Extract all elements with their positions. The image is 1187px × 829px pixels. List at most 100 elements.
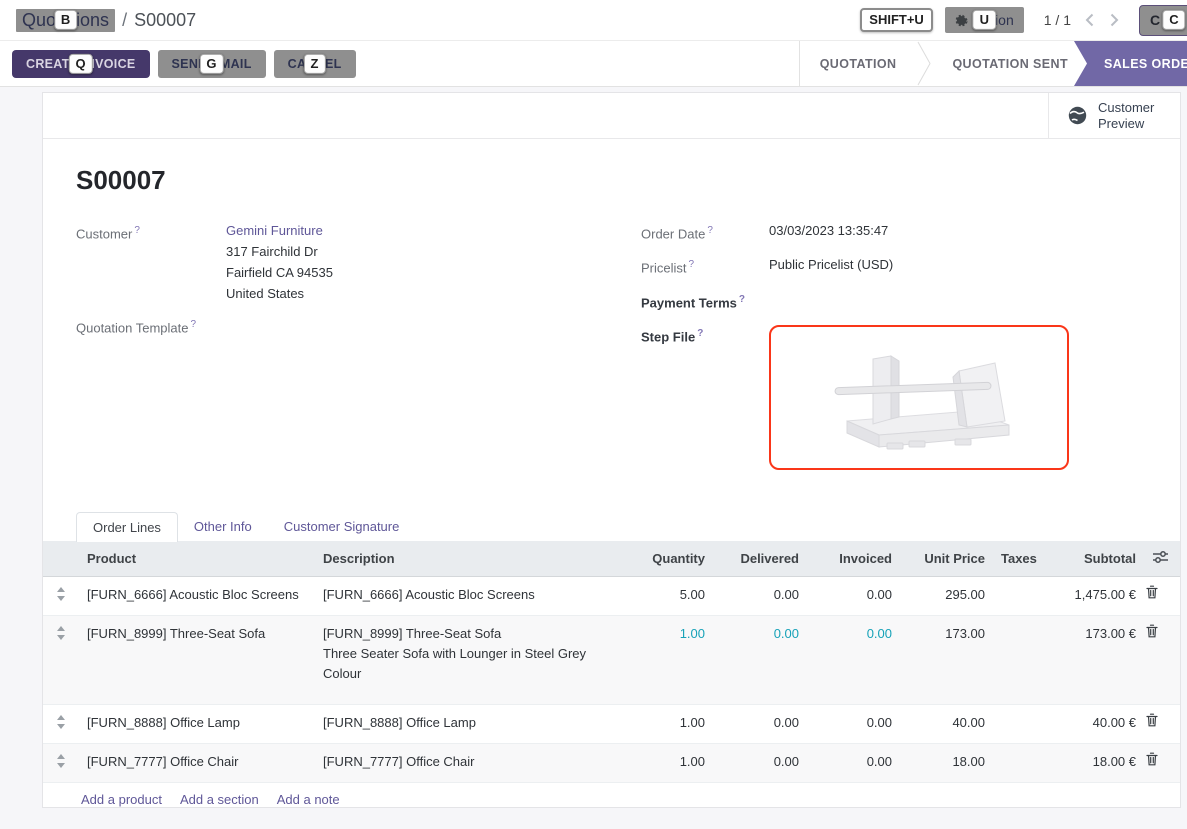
cell-description[interactable]: [FURN_8999] Three-Seat Sofa Three Seater… [315,615,621,704]
cell-unit-price[interactable]: 173.00 [900,615,993,704]
cell-description[interactable]: [FURN_8888] Office Lamp [315,704,621,743]
header-subtotal: Subtotal [1043,541,1144,577]
add-note-link[interactable]: Add a note [277,792,340,807]
cell-delivered[interactable]: 0.00 [713,576,807,615]
cell-subtotal: 173.00 € [1043,615,1144,704]
add-product-link[interactable]: Add a product [81,792,162,807]
customer-field-value: Gemini Furniture 317 Fairchild Dr Fairfi… [226,220,333,304]
cell-delivered[interactable]: 0.00 [713,743,807,782]
delete-row-button[interactable] [1144,704,1180,743]
tab-customer-signature[interactable]: Customer Signature [268,512,416,541]
cell-quantity[interactable]: 1.00 [621,704,713,743]
help-icon: ? [191,319,197,330]
customer-preview-button[interactable]: Customer Preview [1048,93,1180,138]
cell-product[interactable]: [FURN_6666] Acoustic Bloc Screens [79,576,315,615]
cell-taxes[interactable] [993,704,1043,743]
cell-product[interactable]: [FURN_7777] Office Chair [79,743,315,782]
create-invoice-button[interactable]: CREATE INVOICE Q [12,50,150,78]
cell-description[interactable]: [FURN_6666] Acoustic Bloc Screens [315,576,621,615]
hint-badge-send-email: G [199,53,223,73]
tab-other-info[interactable]: Other Info [178,512,268,541]
action-menu-button[interactable]: Action U [945,7,1024,33]
status-step-quotation-sent[interactable]: QUOTATION SENT [932,41,1088,86]
cell-delivered[interactable]: 0.00 [713,615,807,704]
header-unit-price: Unit Price [900,541,993,577]
sliders-icon [1152,550,1169,564]
table-header-row: Product Description Quantity Delivered I… [43,541,1180,577]
delete-row-button[interactable] [1144,615,1180,704]
order-date-label: Order Date? [641,220,769,244]
help-icon: ? [707,225,713,236]
drag-handle-icon [56,626,66,640]
delete-row-button[interactable] [1144,576,1180,615]
cell-quantity[interactable]: 1.00 [621,743,713,782]
step-file-image[interactable] [769,325,1069,470]
cell-quantity[interactable]: 1.00 [621,615,713,704]
payment-terms-label: Payment Terms? [641,289,769,313]
cell-invoiced[interactable]: 0.00 [807,743,900,782]
cell-invoiced[interactable]: 0.00 [807,615,900,704]
drag-handle-icon [56,715,66,729]
add-section-link[interactable]: Add a section [180,792,259,807]
cell-unit-price[interactable]: 18.00 [900,743,993,782]
statusbar: QUOTATION QUOTATION SENT SALES ORDER [799,41,1187,86]
help-icon: ? [739,294,745,305]
breadcrumb-separator: / [122,10,127,31]
header-description: Description [315,541,621,577]
cell-unit-price[interactable]: 40.00 [900,704,993,743]
breadcrumb-current: S00007 [134,10,196,31]
drag-handle-icon [56,754,66,768]
cell-invoiced[interactable]: 0.00 [807,576,900,615]
gear-icon [955,13,969,27]
field-grid: Customer? Gemini Furniture 317 Fairchild… [43,220,1180,480]
optional-columns-button[interactable] [1144,541,1180,577]
header-invoiced: Invoiced [807,541,900,577]
cell-product[interactable]: [FURN_8888] Office Lamp [79,704,315,743]
cell-unit-price[interactable]: 295.00 [900,576,993,615]
status-step-quotation[interactable]: QUOTATION [800,41,917,86]
drag-handle[interactable] [43,576,79,615]
breadcrumb-quotations[interactable]: Quotations B [16,9,115,32]
delete-row-button[interactable] [1144,743,1180,782]
pager-previous-button[interactable] [1083,11,1096,29]
trash-icon [1146,624,1158,638]
cell-description[interactable]: [FURN_7777] Office Chair [315,743,621,782]
send-email-button[interactable]: SEND EMAIL G [158,50,266,78]
cell-product[interactable]: [FURN_8999] Three-Seat Sofa [79,615,315,704]
order-lines-table: Product Description Quantity Delivered I… [43,541,1180,783]
breadcrumb: Quotations B / S00007 [16,9,196,32]
pricelist-label: Pricelist? [641,254,769,278]
hint-badge-shortcut: SHIFT+U [860,8,933,32]
cad-part-image [799,337,1039,457]
create-button[interactable]: C C [1139,5,1187,36]
top-bar: Quotations B / S00007 SHIFT+U Action U 1… [0,0,1187,41]
drag-handle[interactable] [43,743,79,782]
trash-icon [1146,713,1158,727]
drag-handle[interactable] [43,615,79,704]
cell-delivered[interactable]: 0.00 [713,704,807,743]
field-pricelist: Pricelist? Public Pricelist (USD) [641,254,1166,278]
cell-taxes[interactable] [993,743,1043,782]
cell-taxes[interactable] [993,615,1043,704]
notebook-tabs: Order Lines Other Info Customer Signatur… [43,512,1180,541]
cell-subtotal: 18.00 € [1043,743,1144,782]
tab-order-lines[interactable]: Order Lines [76,512,178,542]
pricelist-value[interactable]: Public Pricelist (USD) [769,254,893,278]
field-customer: Customer? Gemini Furniture 317 Fairchild… [76,220,601,304]
cell-taxes[interactable] [993,576,1043,615]
cell-quantity[interactable]: 5.00 [621,576,713,615]
cell-invoiced[interactable]: 0.00 [807,704,900,743]
order-date-value[interactable]: 03/03/2023 13:35:47 [769,220,888,244]
drag-handle[interactable] [43,704,79,743]
form-sheet: Customer Preview S00007 Customer? Gemini… [42,92,1181,808]
help-icon: ? [134,225,140,236]
control-bar: CREATE INVOICE Q SEND EMAIL G CANCEL Z Q… [0,41,1187,87]
topbar-right: SHIFT+U Action U 1 / 1 C C [860,5,1187,36]
status-step-sales-order[interactable]: SALES ORDER [1074,41,1187,86]
chevron-left-icon [1085,13,1094,27]
pager-next-button[interactable] [1108,11,1121,29]
customer-link[interactable]: Gemini Furniture [226,223,323,238]
field-step-file: Step File? [641,323,1166,470]
cancel-button[interactable]: CANCEL Z [274,50,356,78]
hint-badge-create-invoice: Q [69,53,93,73]
